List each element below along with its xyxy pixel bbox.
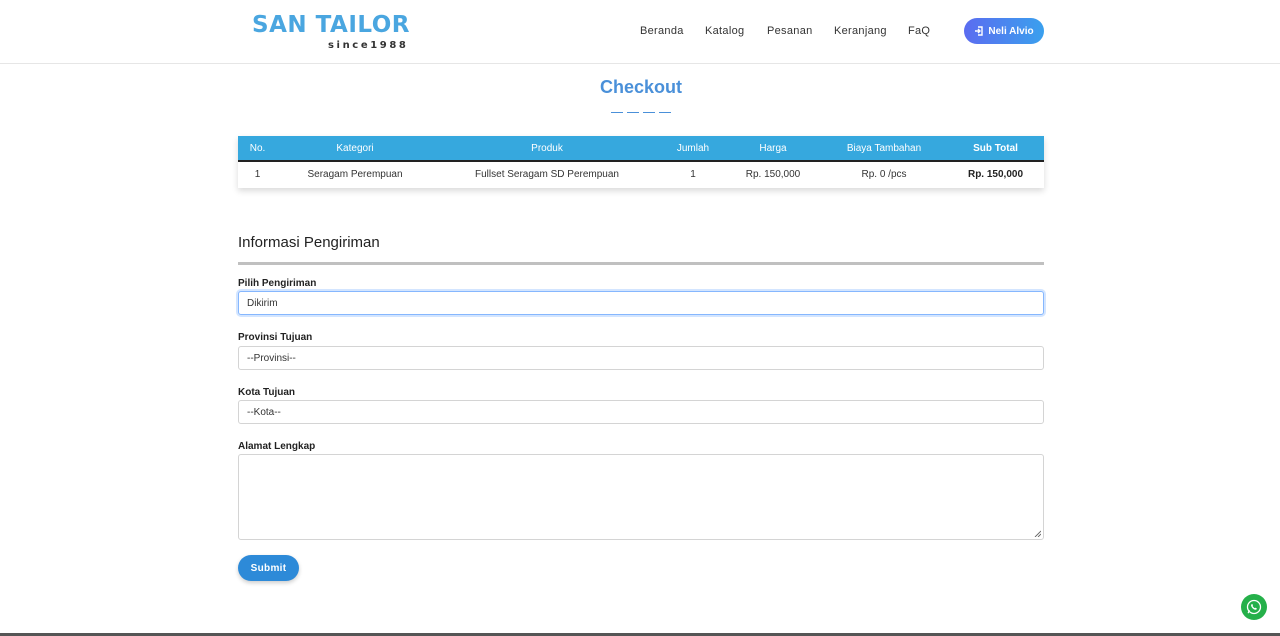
pilih-pengiriman-select[interactable]: Dikirim bbox=[238, 291, 1044, 315]
nav-item-katalog[interactable]: Katalog bbox=[705, 25, 744, 37]
cell-biaya-tambahan: Rp. 0 /pcs bbox=[861, 168, 907, 180]
whatsapp-chat-button[interactable] bbox=[1241, 594, 1267, 620]
brand-logo[interactable]: SAN TAILOR since1988 bbox=[252, 12, 412, 56]
order-table-card: No. Kategori Produk Jumlah Harga Biaya T… bbox=[238, 136, 1044, 188]
title-underline bbox=[611, 112, 671, 114]
column-header: Sub Total bbox=[973, 142, 1018, 154]
pilih-pengiriman-label: Pilih Pengiriman bbox=[238, 278, 317, 289]
sign-in-icon bbox=[975, 26, 984, 36]
order-table: No. Kategori Produk Jumlah Harga Biaya T… bbox=[238, 136, 1044, 186]
kota-tujuan-select[interactable]: --Kota-- bbox=[238, 400, 1044, 424]
section-title: Informasi Pengiriman bbox=[238, 234, 380, 251]
nav-item-keranjang[interactable]: Keranjang bbox=[834, 25, 887, 37]
cell-no: 1 bbox=[254, 168, 261, 180]
provinsi-tujuan-select[interactable]: --Provinsi-- bbox=[238, 346, 1044, 370]
user-name: Neli Alvio bbox=[988, 25, 1034, 37]
page-title: Checkout bbox=[599, 77, 682, 97]
brand-name: SAN TAILOR bbox=[252, 12, 410, 38]
pilih-pengiriman-value: Dikirim bbox=[247, 297, 278, 309]
kota-tujuan-value: --Kota-- bbox=[247, 406, 281, 418]
site-header: SAN TAILOR since1988 Beranda Katalog Pes… bbox=[0, 0, 1280, 64]
column-header: Kategori bbox=[336, 142, 374, 154]
column-header: Produk bbox=[531, 142, 563, 154]
user-account-button[interactable]: Neli Alvio bbox=[964, 18, 1044, 44]
table-row: 1 Seragam Perempuan Fullset Seragam SD P… bbox=[238, 161, 1044, 186]
nav-item-faq[interactable]: FaQ bbox=[908, 25, 930, 37]
column-header: Harga bbox=[759, 142, 787, 154]
submit-button[interactable]: Submit bbox=[238, 555, 299, 581]
cell-sub-total: Rp. 150,000 bbox=[967, 168, 1024, 180]
cell-produk: Fullset Seragam SD Perempuan bbox=[475, 168, 619, 180]
alamat-lengkap-label: Alamat Lengkap bbox=[238, 441, 316, 452]
section-divider bbox=[238, 262, 1044, 265]
column-header: Jumlah bbox=[676, 142, 710, 154]
kota-tujuan-label: Kota Tujuan bbox=[238, 387, 296, 398]
resize-handle-icon[interactable] bbox=[1034, 530, 1041, 537]
provinsi-tujuan-value: --Provinsi-- bbox=[247, 352, 296, 364]
alamat-lengkap-textarea[interactable] bbox=[238, 454, 1044, 540]
cell-kategori: Seragam Perempuan bbox=[307, 168, 403, 180]
table-header-row: No. Kategori Produk Jumlah Harga Biaya T… bbox=[238, 136, 1044, 161]
whatsapp-icon bbox=[1246, 599, 1262, 615]
provinsi-tujuan-label: Provinsi Tujuan bbox=[238, 332, 313, 343]
column-header: No. bbox=[249, 142, 266, 154]
nav-item-pesanan[interactable]: Pesanan bbox=[767, 25, 813, 37]
nav-item-beranda[interactable]: Beranda bbox=[640, 25, 684, 37]
cell-jumlah: 1 bbox=[690, 168, 696, 180]
brand-tagline: since1988 bbox=[328, 40, 409, 51]
column-header: Biaya Tambahan bbox=[846, 142, 922, 154]
cell-harga: Rp. 150,000 bbox=[745, 168, 801, 180]
